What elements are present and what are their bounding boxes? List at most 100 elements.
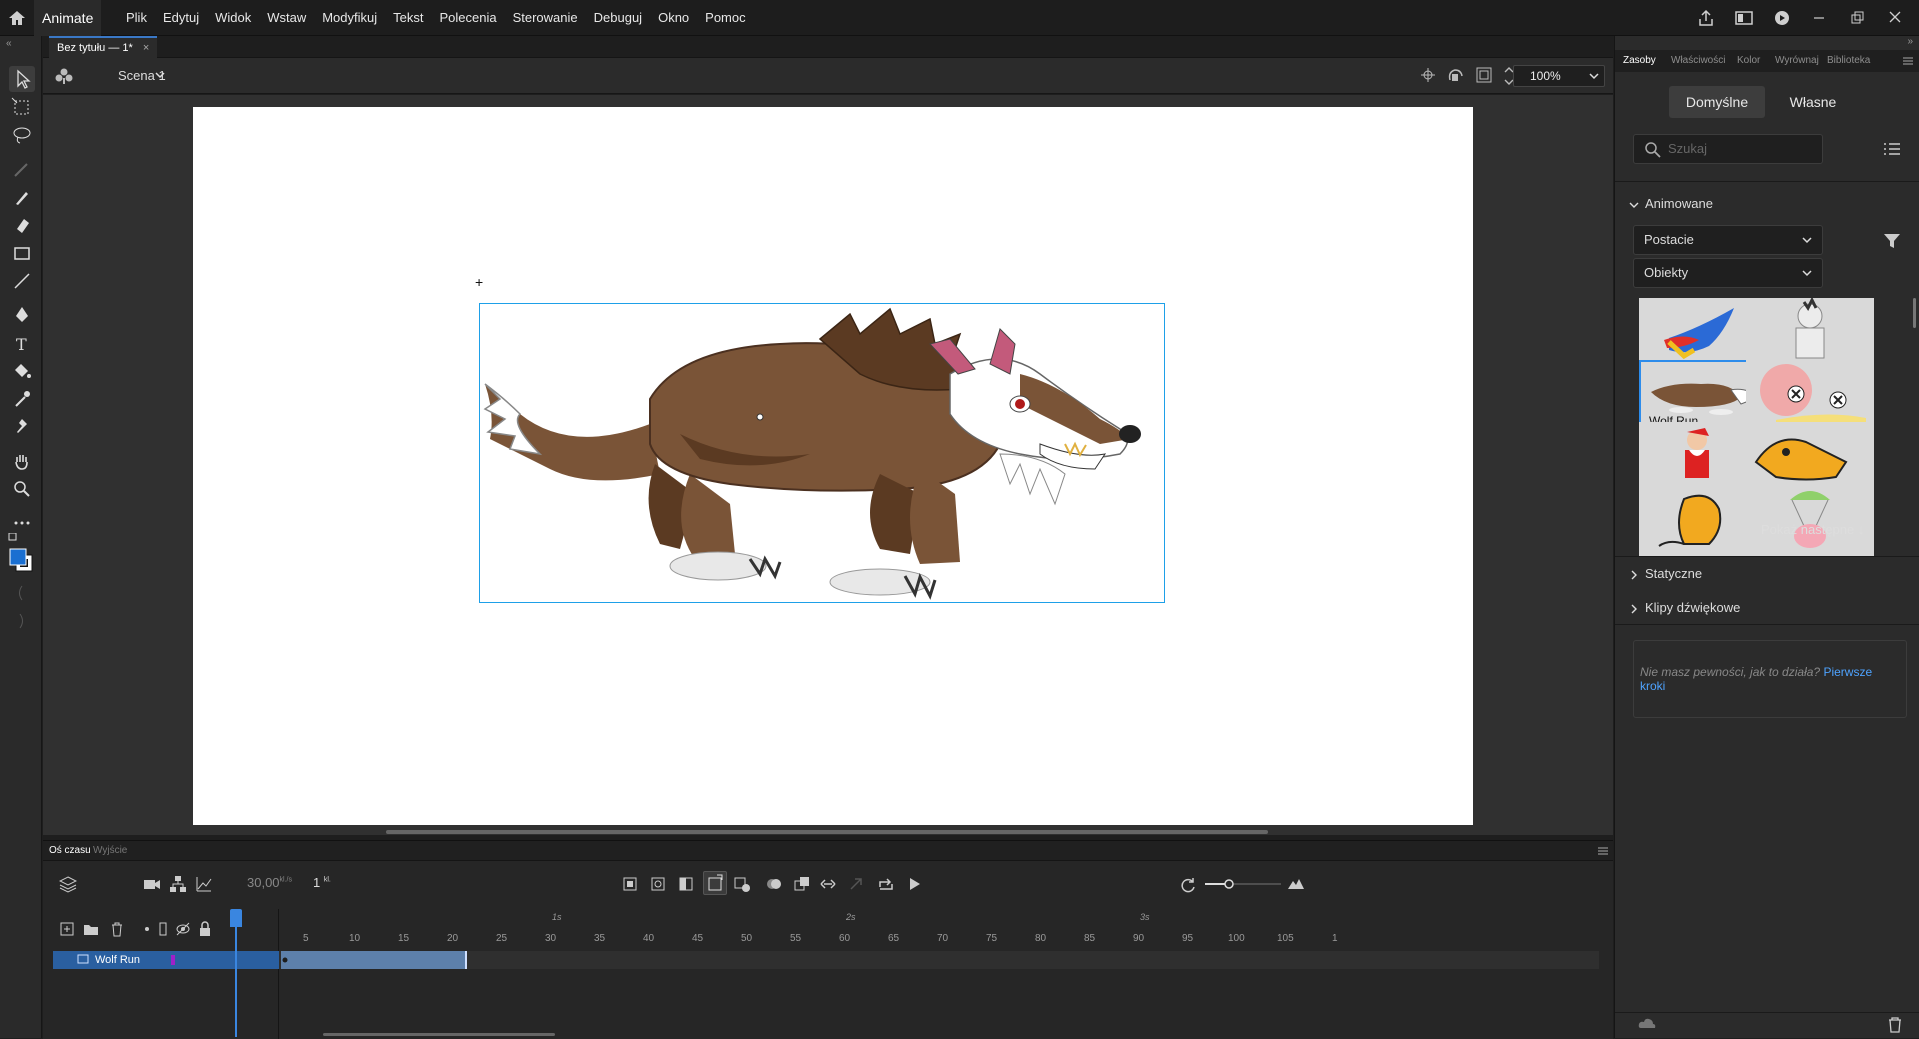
create-tween-icon[interactable] bbox=[819, 875, 837, 893]
eraser-tool-icon[interactable] bbox=[9, 212, 35, 238]
insert-blank-keyframe-icon[interactable] bbox=[649, 875, 667, 893]
pen-tool-icon[interactable] bbox=[9, 302, 35, 328]
collapse-panel-icon[interactable]: » bbox=[1907, 36, 1913, 47]
frame-strip[interactable] bbox=[279, 951, 1599, 969]
brush-tool-icon[interactable] bbox=[9, 184, 35, 210]
line-pencil-tool-icon[interactable] bbox=[9, 156, 35, 182]
tab-output[interactable]: Wyjście bbox=[93, 841, 127, 861]
clip-content-icon[interactable] bbox=[1475, 66, 1493, 84]
layer-row[interactable]: Wolf Run bbox=[53, 951, 279, 969]
menu-control[interactable]: Sterowanie bbox=[505, 0, 586, 36]
section-sounds-header[interactable]: Klipy dźwiękowe bbox=[1629, 600, 1740, 615]
menu-commands[interactable]: Polecenia bbox=[431, 0, 504, 36]
menu-text[interactable]: Tekst bbox=[385, 0, 431, 36]
import-asset-icon[interactable] bbox=[1637, 1016, 1657, 1034]
menu-insert[interactable]: Wstaw bbox=[259, 0, 314, 36]
wolf-symbol-instance[interactable] bbox=[479, 303, 1165, 603]
scene-chevron-down-icon[interactable] bbox=[153, 68, 167, 82]
menu-window[interactable]: Okno bbox=[650, 0, 697, 36]
insert-keyframe-icon[interactable] bbox=[621, 875, 639, 893]
section-static-header[interactable]: Statyczne bbox=[1629, 566, 1702, 581]
collapse-tools-icon[interactable]: « bbox=[6, 38, 12, 49]
fill-stroke-color-swatch[interactable] bbox=[8, 533, 34, 573]
menu-edit[interactable]: Edytuj bbox=[155, 0, 207, 36]
menu-file[interactable]: Plik bbox=[118, 0, 155, 36]
edit-symbols-icon[interactable] bbox=[53, 66, 75, 86]
search-input[interactable]: Szukaj bbox=[1633, 134, 1823, 164]
current-frame-display[interactable]: 1 kl. bbox=[313, 875, 331, 890]
menu-modify[interactable]: Modyfikuj bbox=[314, 0, 385, 36]
remove-frame-icon[interactable] bbox=[733, 875, 751, 893]
frames-area[interactable]: 1s 2s 3s 5 10 15 20 25 30 35 40 45 50 55… bbox=[279, 909, 1613, 1039]
new-folder-icon[interactable] bbox=[83, 921, 99, 937]
smooth-icon[interactable] bbox=[9, 608, 35, 634]
delete-layer-icon[interactable] bbox=[109, 921, 125, 937]
tab-align[interactable]: Wyrównaj bbox=[1775, 50, 1819, 72]
delete-asset-icon[interactable] bbox=[1887, 1016, 1903, 1034]
type-dropdown[interactable]: Obiekty bbox=[1633, 258, 1823, 288]
selection-tool-icon[interactable] bbox=[9, 66, 35, 92]
restore-icon[interactable] bbox=[1847, 8, 1869, 28]
panel-menu-icon[interactable] bbox=[1597, 845, 1609, 857]
filter-icon[interactable] bbox=[1883, 232, 1901, 250]
zoom-field[interactable]: 100% bbox=[1513, 65, 1605, 87]
eyedropper-tool-icon[interactable] bbox=[9, 386, 35, 412]
tween-graph-icon[interactable] bbox=[195, 875, 213, 893]
thumbnails-scrollbar[interactable] bbox=[1913, 298, 1916, 328]
home-icon[interactable] bbox=[6, 8, 28, 28]
pin-tool-icon[interactable] bbox=[9, 414, 35, 440]
category-dropdown[interactable]: Postacie bbox=[1633, 225, 1823, 255]
zoom-chevron-down-icon[interactable] bbox=[1587, 69, 1601, 83]
tab-timeline[interactable]: Oś czasu bbox=[49, 841, 91, 861]
paint-bucket-tool-icon[interactable] bbox=[9, 358, 35, 384]
snap-center-icon[interactable] bbox=[1419, 66, 1437, 84]
text-tool-icon[interactable]: T bbox=[9, 330, 35, 356]
onion-skin-icon[interactable] bbox=[765, 875, 783, 893]
section-animated-header[interactable]: Animowane bbox=[1629, 196, 1713, 211]
stage-canvas[interactable]: + bbox=[193, 107, 1473, 825]
visibility-icon[interactable] bbox=[175, 921, 191, 937]
playhead[interactable] bbox=[235, 909, 237, 1037]
list-view-icon[interactable] bbox=[1883, 140, 1901, 158]
app-name[interactable]: Animate bbox=[34, 0, 102, 36]
insert-frame-icon[interactable] bbox=[677, 875, 695, 893]
menu-debug[interactable]: Debuguj bbox=[586, 0, 650, 36]
timeline-zoom-slider[interactable] bbox=[1203, 873, 1283, 895]
menu-view[interactable]: Widok bbox=[207, 0, 259, 36]
segment-default-button[interactable]: Domyślne bbox=[1669, 86, 1765, 118]
edit-multiple-frames-icon[interactable] bbox=[793, 875, 811, 893]
panel-menu-icon[interactable] bbox=[1902, 55, 1914, 67]
layer-name[interactable]: Wolf Run bbox=[95, 954, 140, 966]
layer-parenting-icon[interactable] bbox=[169, 875, 187, 893]
snap-icon[interactable] bbox=[9, 580, 35, 606]
frame-ruler[interactable]: 1s 2s 3s 5 10 15 20 25 30 35 40 45 50 55… bbox=[279, 909, 1613, 951]
loop-icon[interactable] bbox=[877, 875, 895, 893]
share-icon[interactable] bbox=[1695, 8, 1717, 28]
tab-properties[interactable]: Właściwości bbox=[1671, 50, 1725, 72]
play-icon[interactable] bbox=[905, 875, 923, 893]
segment-custom-button[interactable]: Własne bbox=[1765, 86, 1861, 118]
fps-display[interactable]: 30,00kl./s bbox=[247, 875, 292, 890]
document-tab[interactable]: Bez tytułu — 1* × bbox=[49, 36, 158, 58]
motion-tween-span[interactable] bbox=[281, 951, 467, 969]
close-window-icon[interactable] bbox=[1885, 8, 1907, 28]
stage-horizontal-scrollbar[interactable] bbox=[386, 830, 1268, 834]
camera-icon[interactable] bbox=[143, 875, 161, 893]
highlight-layer-icon[interactable] bbox=[139, 921, 155, 937]
show-more-link[interactable]: Pokaż następne ↓ bbox=[1761, 522, 1864, 537]
zoom-tool-icon[interactable] bbox=[9, 476, 35, 502]
outline-layer-icon[interactable] bbox=[155, 921, 171, 937]
timeline-scrollbar[interactable] bbox=[323, 1033, 555, 1036]
free-transform-tool-icon[interactable] bbox=[9, 94, 35, 120]
layer-color-swatch[interactable] bbox=[171, 955, 175, 965]
stage-area[interactable]: + bbox=[43, 95, 1649, 835]
lasso-tool-icon[interactable] bbox=[9, 122, 35, 148]
rotate-stage-icon[interactable] bbox=[1445, 66, 1465, 84]
new-layer-icon[interactable] bbox=[59, 921, 75, 937]
tab-library[interactable]: Biblioteka bbox=[1827, 50, 1870, 72]
asset-thumb-pig-parachute[interactable] bbox=[1746, 484, 1874, 556]
tab-color[interactable]: Kolor bbox=[1737, 50, 1760, 72]
tab-assets[interactable]: Zasoby bbox=[1623, 50, 1656, 72]
test-movie-icon[interactable] bbox=[1771, 8, 1793, 28]
layers-icon[interactable] bbox=[59, 875, 77, 893]
